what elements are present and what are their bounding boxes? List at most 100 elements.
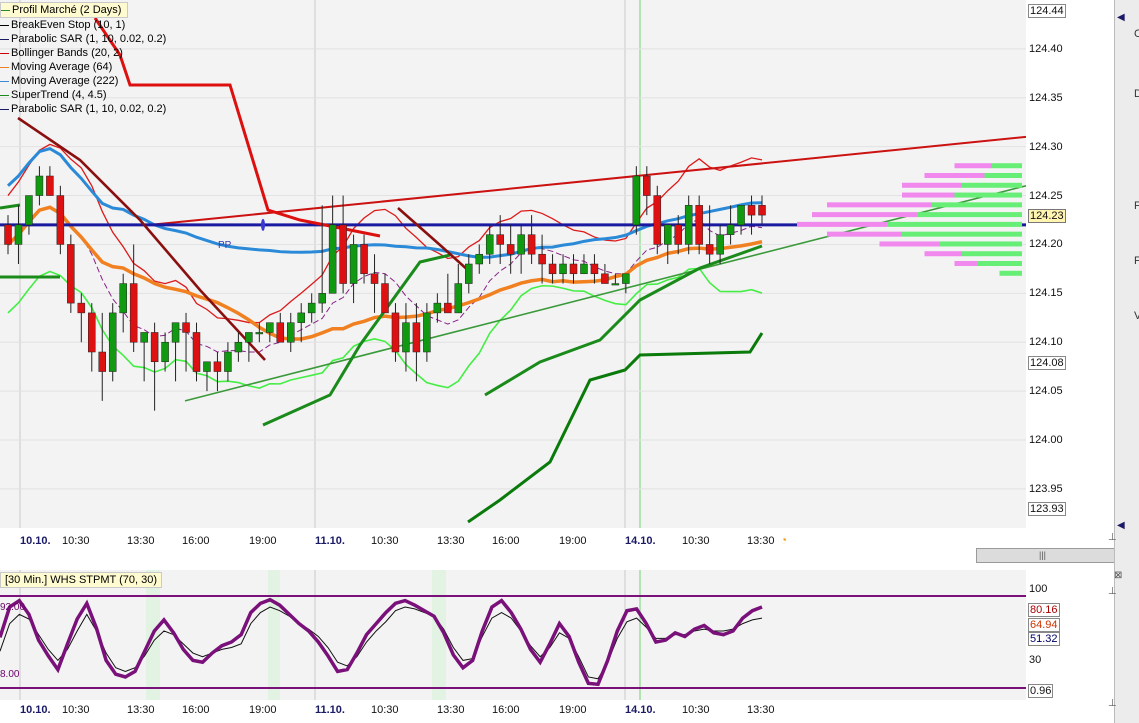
time-tick: 10:30 xyxy=(62,704,90,716)
candle-body xyxy=(622,273,630,284)
time-tick: 13:30 xyxy=(747,535,775,547)
time-tick: 19:00 xyxy=(559,704,587,716)
candle xyxy=(318,205,326,313)
oscillator-pane[interactable] xyxy=(0,570,1026,700)
supertrend-line xyxy=(484,244,763,397)
candle xyxy=(695,195,703,255)
legend-item[interactable]: BreakEven Stop (10, 1) xyxy=(0,18,166,32)
scroll-left-arrow-icon[interactable]: ◀ xyxy=(1117,520,1125,531)
candle-body xyxy=(465,263,473,284)
candle-body xyxy=(129,283,138,343)
close-pane-icon[interactable]: ⊠ xyxy=(1114,570,1122,581)
time-tick: 14.10. xyxy=(625,704,656,716)
candle-body xyxy=(297,312,305,323)
candle-body xyxy=(287,322,295,343)
pin-icon[interactable]: ⊥ xyxy=(1108,698,1117,709)
candle xyxy=(643,166,651,216)
legend-item[interactable]: Moving Average (222) xyxy=(0,74,166,88)
candle xyxy=(67,234,75,313)
legend-label: Bollinger Bands (20, 2) xyxy=(11,47,123,59)
time-tick: 10:30 xyxy=(682,704,710,716)
candle-body xyxy=(182,322,190,333)
candle xyxy=(35,166,44,206)
candle xyxy=(46,166,54,196)
supertrend-lower-line xyxy=(467,332,764,524)
candle-body xyxy=(119,283,127,314)
candle-body xyxy=(758,205,766,216)
legend-item[interactable]: Bollinger Bands (20, 2) xyxy=(0,46,166,60)
right-side-panel[interactable] xyxy=(1114,0,1139,723)
candle-body xyxy=(14,224,23,245)
candle xyxy=(119,273,127,333)
session-band xyxy=(268,570,280,700)
legend-swatch xyxy=(1,10,10,11)
moving-average-222-line xyxy=(6,147,763,259)
candle-body xyxy=(475,253,483,265)
profile-bar-green xyxy=(954,192,1022,198)
candle-body xyxy=(454,283,463,314)
pin-icon[interactable]: ⊥ xyxy=(1108,532,1117,543)
candle xyxy=(622,273,630,294)
osc-value-1: 80.16 xyxy=(1028,603,1060,617)
oscillator-canvas[interactable] xyxy=(0,570,1026,700)
candle xyxy=(140,332,148,382)
price-tick: 124.40 xyxy=(1029,42,1063,55)
scroll-grip-icon[interactable]: ||| xyxy=(1039,550,1046,560)
candle xyxy=(192,322,201,382)
profile-bar-green xyxy=(977,261,1022,266)
horizontal-scrollbar[interactable]: ||| xyxy=(976,548,1122,563)
profile-bar-green xyxy=(902,231,1022,237)
legend-item[interactable]: SuperTrend (4, 4.5) xyxy=(0,88,166,102)
profile-bar-pink xyxy=(879,241,940,247)
scroll-left-arrow-icon[interactable]: ◀ xyxy=(1117,12,1125,23)
candle-body xyxy=(35,175,44,196)
time-tick: 16:00 xyxy=(492,704,520,716)
price-chart-pane[interactable]: Profil Marché (2 Days) BreakEven Stop (10… xyxy=(0,0,1026,528)
legend-swatch xyxy=(0,109,9,110)
candle-body xyxy=(171,322,180,343)
candle xyxy=(14,205,23,264)
oscillator-axis[interactable]: 100 80.16 64.94 51.32 30 0.96 xyxy=(1026,570,1114,700)
oscillator-time-axis: 10.10. 10:30 13:30 16:00 19:00 11.10. 10:30 13:… xyxy=(0,700,1026,720)
indicator-legend: Profil Marché (2 Days) BreakEven Stop (10… xyxy=(0,2,166,116)
side-panel-label: D xyxy=(1134,88,1139,100)
candle xyxy=(328,195,337,294)
legend-item[interactable]: Moving Average (64) xyxy=(0,60,166,74)
time-tick: 10.10. xyxy=(20,535,51,547)
candle-body xyxy=(46,175,54,196)
legend-item[interactable]: Parabolic SAR (1, 10, 0.02, 0.2) xyxy=(0,102,166,116)
candle xyxy=(758,195,766,225)
price-tick: 124.00 xyxy=(1029,434,1063,446)
price-axis[interactable]: 124.40 124.35 124.30 124.25 124.20 124.15 124.… xyxy=(1026,0,1114,545)
legend-label: Profil Marché (2 Days) xyxy=(12,4,122,16)
oscillator-left-top: 92.00 xyxy=(0,602,26,613)
side-panel-label: F xyxy=(1134,200,1139,212)
legend-label: Parabolic SAR (1, 10, 0.02, 0.2) xyxy=(11,33,167,45)
time-tick: 10.10. xyxy=(20,704,51,716)
candle-body xyxy=(653,195,662,245)
legend-swatch xyxy=(0,53,9,54)
legend-label: BreakEven Stop (10, 1) xyxy=(11,19,126,31)
candle-body xyxy=(77,302,86,314)
candle xyxy=(653,185,662,255)
price-box-low: 123.93 xyxy=(1028,502,1066,517)
profile-bar-pink xyxy=(924,173,985,178)
candle xyxy=(266,322,274,343)
candle-body xyxy=(224,351,232,372)
legend-swatch xyxy=(0,67,9,68)
pin-icon[interactable]: ⊥ xyxy=(1108,586,1117,597)
profile-bar-pink xyxy=(954,261,977,266)
candle xyxy=(716,224,724,264)
candle xyxy=(171,322,180,382)
legend-item[interactable]: Profil Marché (2 Days) xyxy=(0,2,129,18)
candle xyxy=(370,254,379,313)
candle-body xyxy=(245,332,253,343)
osc-tick-100: 100 xyxy=(1029,583,1048,595)
legend-item[interactable]: Parabolic SAR (1, 10, 0.02, 0.2) xyxy=(0,32,166,46)
candle-body xyxy=(381,283,389,314)
legend-label: Moving Average (222) xyxy=(11,75,119,87)
candle xyxy=(339,195,347,294)
profile-bar-pink xyxy=(812,212,917,218)
candle-body xyxy=(590,263,599,275)
candle xyxy=(632,166,641,235)
